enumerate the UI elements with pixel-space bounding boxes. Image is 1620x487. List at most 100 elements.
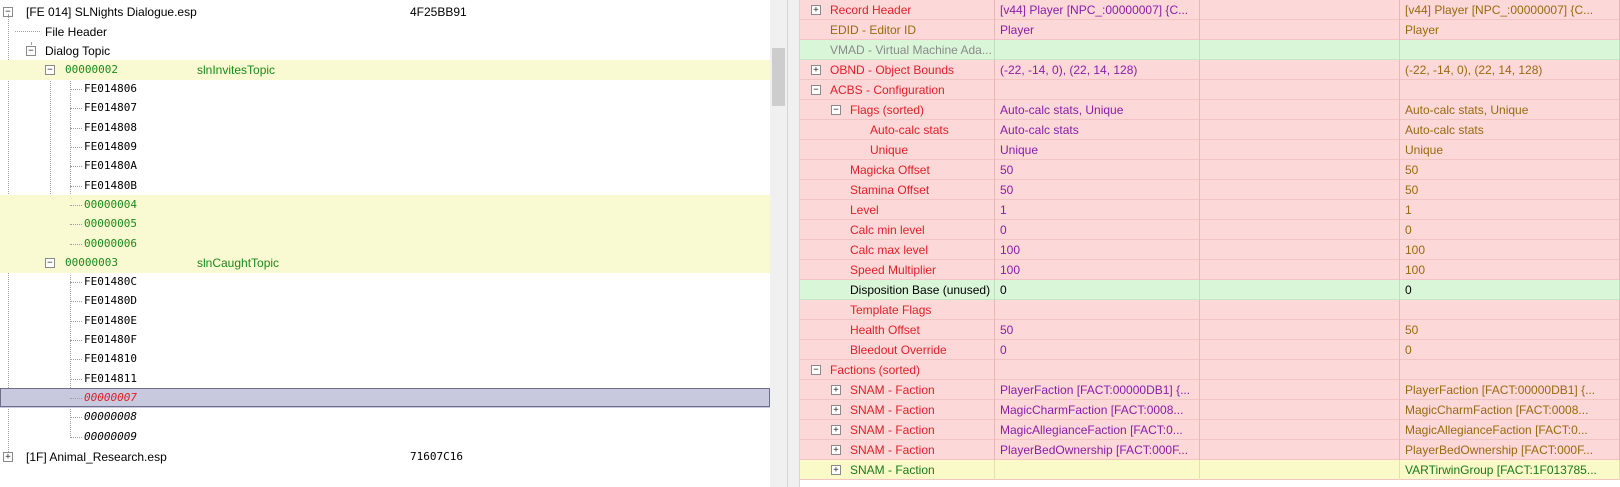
tree-guide <box>70 398 82 399</box>
field-value-override: Auto-calc stats <box>1405 123 1484 137</box>
tree-row-selected[interactable]: 00000007 <box>0 388 770 408</box>
tree-guide <box>70 321 82 322</box>
tree-row-info[interactable]: FE01480A <box>0 156 770 176</box>
tree-row-topic[interactable]: − 00000003 slnCaughtTopic <box>0 253 770 273</box>
tree-row-info[interactable]: FE014807 <box>0 98 770 118</box>
tree-guide <box>70 301 82 302</box>
record-row[interactable]: Stamina Offset 50 50 <box>800 180 1620 200</box>
field-value: Unique <box>1000 143 1039 157</box>
expand-icon[interactable]: + <box>831 385 841 395</box>
record-row[interactable]: Template Flags <box>800 300 1620 320</box>
tree-row-info[interactable]: FE014809 <box>0 137 770 157</box>
expand-icon[interactable]: + <box>831 405 841 415</box>
expand-icon[interactable]: + <box>831 445 841 455</box>
record-row[interactable]: + OBND - Object Bounds (-22, -14, 0), (22… <box>800 60 1620 80</box>
collapse-icon[interactable]: − <box>26 46 36 56</box>
field-value-override: Player <box>1405 23 1440 37</box>
tree-row-info[interactable]: FE01480D <box>0 291 770 311</box>
tree-row-info[interactable]: FE014806 <box>0 79 770 99</box>
tree-row-info[interactable]: FE01480E <box>0 311 770 331</box>
field-value-override: Unique <box>1405 143 1444 157</box>
collapse-icon[interactable]: − <box>45 65 55 75</box>
expand-icon[interactable]: + <box>831 425 841 435</box>
tree-scrollbar[interactable] <box>770 0 787 487</box>
record-row[interactable]: − Flags (sorted) Auto-calc stats, Unique … <box>800 100 1620 120</box>
record-row[interactable]: Unique Unique Unique <box>800 140 1620 160</box>
tree-guide <box>70 205 82 206</box>
field-name: OBND - Object Bounds <box>830 63 955 77</box>
record-row[interactable]: Magicka Offset 50 50 <box>800 160 1620 180</box>
field-name: Factions (sorted) <box>830 363 921 377</box>
tree-guide <box>70 186 82 187</box>
tree-row-file-header[interactable]: File Header <box>0 22 770 42</box>
record-row[interactable]: Auto-calc stats Auto-calc stats Auto-cal… <box>800 120 1620 140</box>
collapse-icon[interactable]: − <box>811 85 821 95</box>
expand-icon[interactable]: + <box>831 465 841 475</box>
tree-row-info[interactable]: FE014810 <box>0 349 770 369</box>
tree-row-info[interactable]: FE014811 <box>0 369 770 389</box>
expand-icon[interactable]: + <box>811 65 821 75</box>
field-value: PlayerFaction [FACT:00000DB1] {... <box>1000 383 1191 397</box>
field-value: 50 <box>1000 323 1014 337</box>
record-row[interactable]: Bleedout Override 0 0 <box>800 340 1620 360</box>
record-view[interactable]: + Record Header [v44] Player [NPC_:000000… <box>800 0 1620 487</box>
collapse-icon[interactable]: − <box>811 365 821 375</box>
field-value: MagicCharmFaction [FACT:0008... <box>1000 403 1184 417</box>
record-row[interactable]: VMAD - Virtual Machine Ada... <box>800 40 1620 60</box>
record-row[interactable]: − Factions (sorted) <box>800 360 1620 380</box>
collapse-icon[interactable]: − <box>831 105 841 115</box>
field-value-override: 1 <box>1405 203 1412 217</box>
tree-row-info[interactable]: 00000008 <box>0 407 770 427</box>
pane-splitter[interactable] <box>787 0 800 487</box>
tree-row-info[interactable]: FE014808 <box>0 118 770 138</box>
field-value: MagicAllegianceFaction [FACT:0... <box>1000 423 1183 437</box>
record-row[interactable]: Disposition Base (unused) 0 0 <box>800 280 1620 300</box>
record-tree[interactable]: − [FE 014] SLNights Dialogue.esp 4F25BB9… <box>0 0 770 487</box>
esp-crc: 4F25BB91 <box>410 5 467 19</box>
info-id: FE01480B <box>84 179 137 192</box>
field-value-override: [v44] Player [NPC_:00000007] {C... <box>1405 3 1594 17</box>
record-row[interactable]: − ACBS - Configuration <box>800 80 1620 100</box>
tree-row-topic[interactable]: − 00000002 slnInvitesTopic <box>0 60 770 80</box>
tree-row-info[interactable]: FE01480C <box>0 272 770 292</box>
tree-row-info[interactable]: FE01480F <box>0 330 770 350</box>
field-value: 50 <box>1000 183 1014 197</box>
tree-row-info[interactable]: 00000005 <box>0 214 770 234</box>
record-row[interactable]: + SNAM - Faction MagicCharmFaction [FACT:… <box>800 400 1620 420</box>
scrollbar-thumb[interactable] <box>772 48 785 106</box>
tree-row-info[interactable]: FE01480B <box>0 176 770 196</box>
record-row[interactable]: Calc max level 100 100 <box>800 240 1620 260</box>
record-row[interactable]: + SNAM - Faction VARTirwinGroup [FACT:1F0… <box>800 460 1620 480</box>
record-row[interactable]: + SNAM - Faction MagicAllegianceFaction [… <box>800 420 1620 440</box>
field-name: Flags (sorted) <box>850 103 925 117</box>
esp-crc: 71607C16 <box>410 450 463 463</box>
record-row[interactable]: Level 1 1 <box>800 200 1620 220</box>
field-name: SNAM - Faction <box>850 443 935 457</box>
tree-row-dialog-topic[interactable]: − Dialog Topic <box>0 41 770 61</box>
record-row[interactable]: Health Offset 50 50 <box>800 320 1620 340</box>
tree-row-info[interactable]: 00000006 <box>0 234 770 254</box>
field-value-override: 100 <box>1405 243 1426 257</box>
expand-icon[interactable]: + <box>3 452 13 462</box>
info-id: FE014807 <box>84 101 137 114</box>
record-row[interactable]: + SNAM - Faction PlayerBedOwnership [FACT… <box>800 440 1620 460</box>
record-row[interactable]: + Record Header [v44] Player [NPC_:000000… <box>800 0 1620 20</box>
collapse-icon[interactable]: − <box>45 258 55 268</box>
record-row[interactable]: Calc min level 0 0 <box>800 220 1620 240</box>
record-row[interactable]: EDID - Editor ID Player Player <box>800 20 1620 40</box>
tree-row-info[interactable]: 00000004 <box>0 195 770 215</box>
info-id: FE014806 <box>84 82 137 95</box>
field-value: 0 <box>1000 343 1007 357</box>
tree-row-esp[interactable]: − [FE 014] SLNights Dialogue.esp 4F25BB9… <box>0 2 770 22</box>
tree-row-info[interactable]: 00000009 <box>0 427 770 447</box>
field-name: VMAD - Virtual Machine Ada... <box>830 43 992 57</box>
esp-label: [1F] Animal_Research.esp <box>26 450 167 464</box>
tree-row-esp[interactable]: + [1F] Animal_Research.esp 71607C16 <box>0 447 770 467</box>
field-value-override: PlayerFaction [FACT:00000DB1] {... <box>1405 383 1596 397</box>
field-value-override: PlayerBedOwnership [FACT:000F... <box>1405 443 1594 457</box>
record-row[interactable]: Speed Multiplier 100 100 <box>800 260 1620 280</box>
expand-icon[interactable]: + <box>811 5 821 15</box>
field-value: 1 <box>1000 203 1007 217</box>
field-name: SNAM - Faction <box>850 423 935 437</box>
record-row[interactable]: + SNAM - Faction PlayerFaction [FACT:0000… <box>800 380 1620 400</box>
